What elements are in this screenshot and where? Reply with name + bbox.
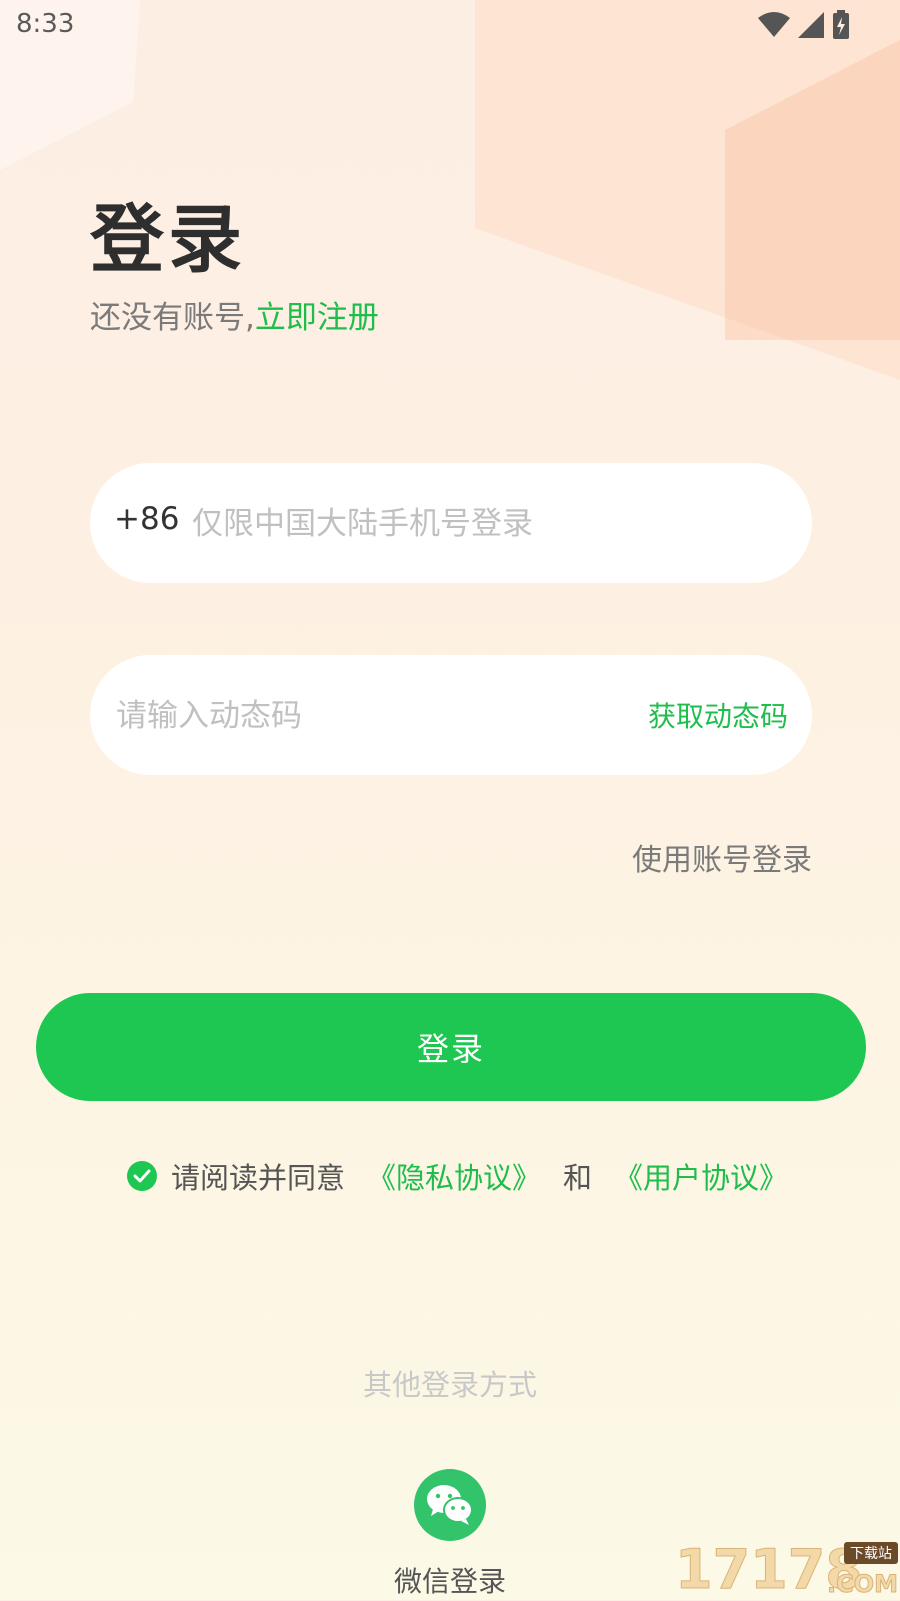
no-account-text: 还没有账号, — [90, 300, 255, 336]
watermark-domain: .COM — [826, 1570, 898, 1599]
check-icon — [133, 1169, 151, 1183]
battery-icon — [833, 10, 849, 39]
country-code[interactable]: +86 — [114, 501, 179, 537]
background-shape — [725, 40, 900, 340]
agreement: 请阅读并同意 《隐私协议》 和 《用户协议》 — [127, 1156, 788, 1196]
get-code-button[interactable]: 获取动态码 — [648, 695, 788, 735]
phone-field: +86 — [90, 463, 812, 583]
other-methods-label: 其他登录方式 — [362, 1368, 537, 1402]
watermark-tag: 下载站 — [844, 1542, 898, 1564]
signal-icon — [798, 12, 824, 38]
code-field: 获取动态码 — [90, 655, 812, 775]
wechat-login-button[interactable] — [414, 1469, 486, 1541]
register-link[interactable]: 立即注册 — [255, 300, 379, 336]
status-bar: 8:33 — [0, 0, 900, 48]
wechat-icon — [427, 1485, 473, 1525]
user-agreement-link[interactable]: 《用户协议》 — [614, 1155, 788, 1197]
agreement-text: 请阅读并同意 — [171, 1161, 346, 1195]
privacy-policy-link[interactable]: 《隐私协议》 — [367, 1155, 541, 1197]
register-prompt: 还没有账号,立即注册 — [90, 292, 379, 337]
login-button[interactable]: 登录 — [36, 993, 866, 1101]
page-title: 登录 — [90, 197, 246, 283]
account-login-link[interactable]: 使用账号登录 — [632, 835, 812, 879]
phone-input[interactable] — [190, 493, 774, 555]
agreement-checkbox[interactable] — [127, 1161, 157, 1191]
agreement-and-text: 和 — [563, 1161, 593, 1195]
wifi-icon — [758, 12, 790, 37]
background-shape — [475, 0, 900, 380]
code-input[interactable] — [114, 685, 598, 747]
status-icons — [758, 10, 850, 40]
status-time: 8:33 — [16, 9, 75, 39]
watermark-logo: 17178 下载站 .COM — [675, 1538, 900, 1601]
